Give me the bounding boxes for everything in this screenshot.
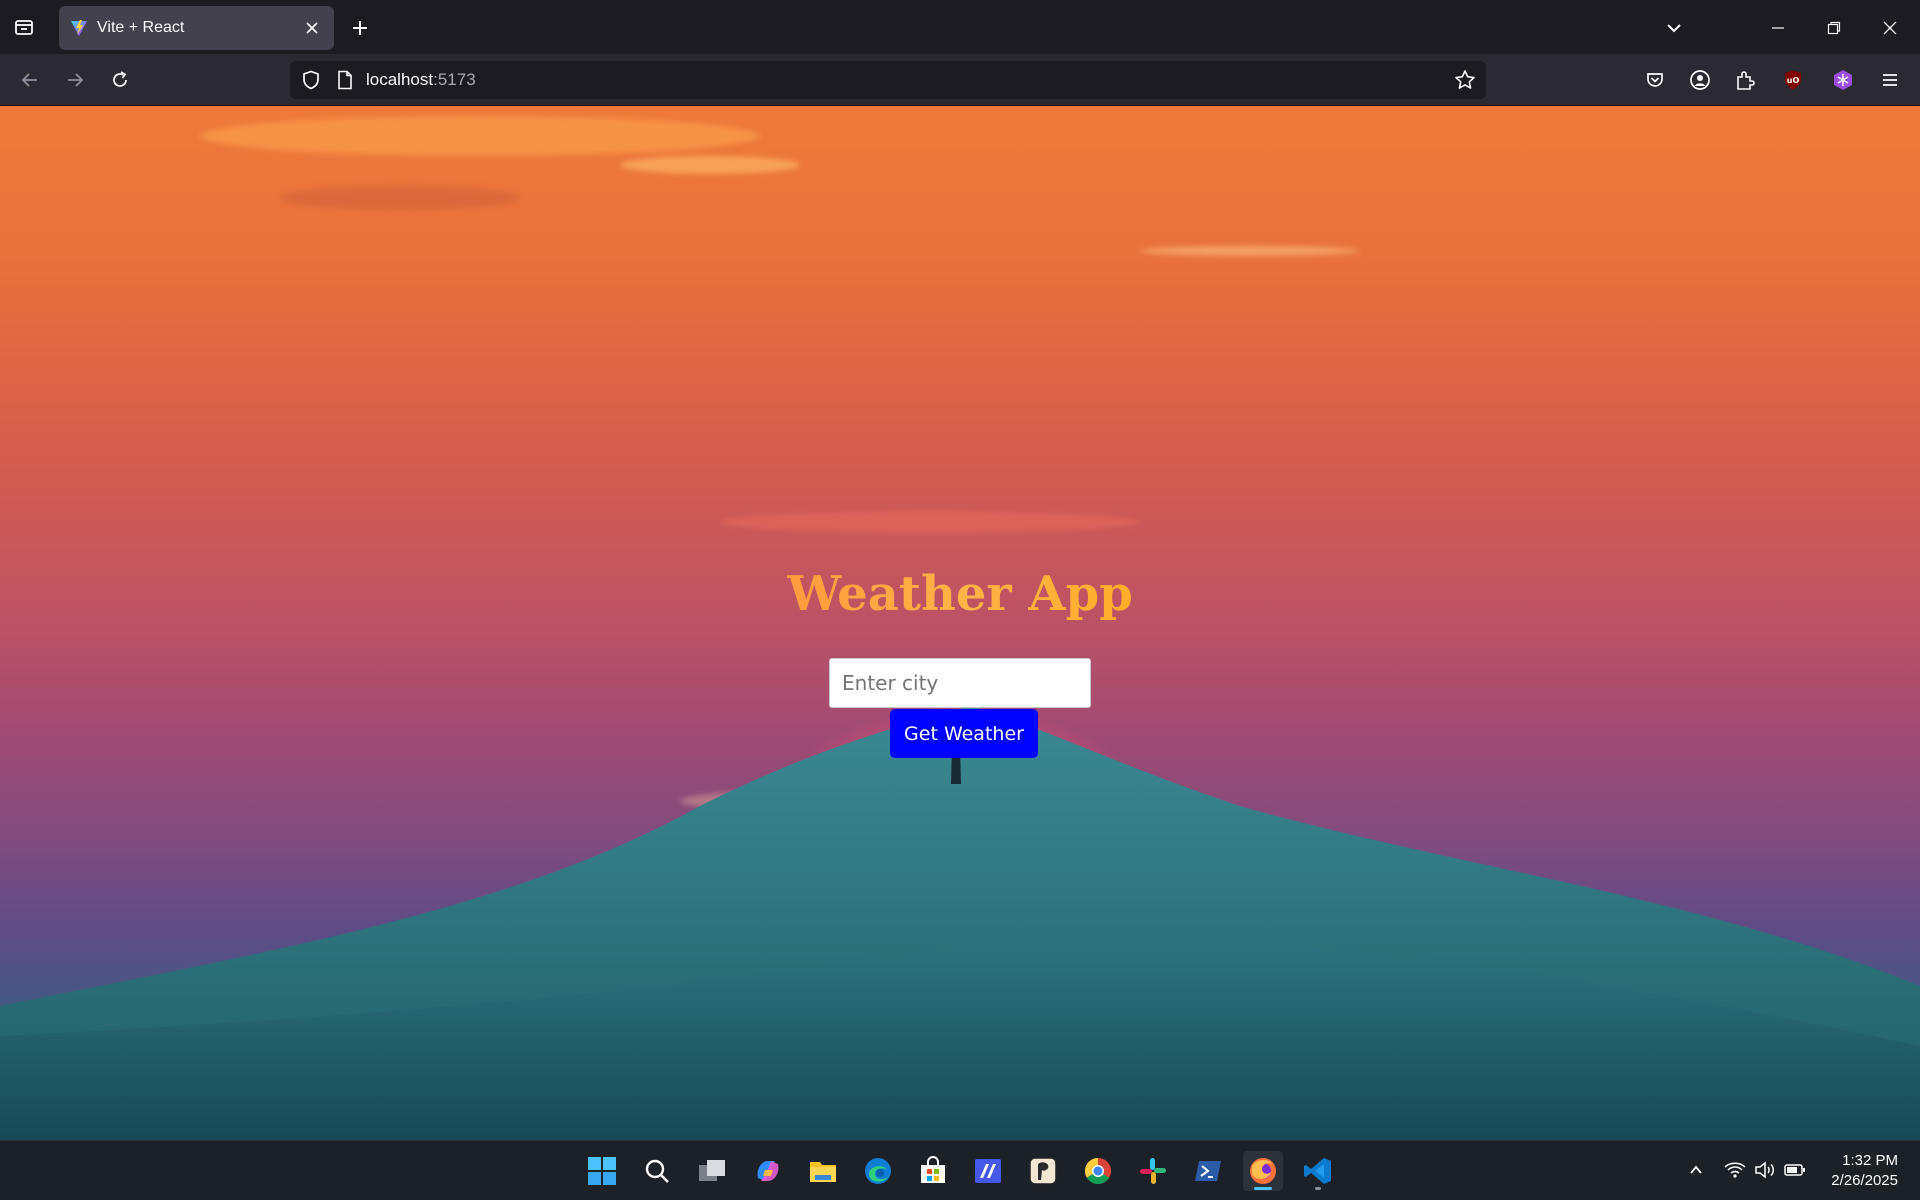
notion-icon — [1029, 1157, 1057, 1185]
speaker-icon — [1755, 1161, 1774, 1179]
reload-icon — [113, 71, 127, 87]
app-title: Weather App — [787, 566, 1133, 622]
edge-button[interactable] — [858, 1151, 898, 1191]
url-text[interactable]: localhost:5173 — [366, 70, 476, 90]
tab-active[interactable]: Vite + React — [59, 6, 334, 50]
url-port: :5173 — [433, 70, 476, 89]
bookmark-star-button[interactable] — [1452, 67, 1478, 93]
firefox-view-button[interactable] — [6, 9, 42, 45]
active-app-indicator — [1254, 1187, 1272, 1190]
firefox-view-icon — [15, 20, 33, 35]
account-button[interactable] — [1682, 62, 1718, 98]
chevron-down-icon — [1667, 24, 1681, 33]
new-tab-button[interactable] — [342, 10, 378, 46]
vs-app-icon — [975, 1159, 1001, 1183]
close-icon — [306, 22, 318, 34]
show-hidden-icons-button[interactable] — [1682, 1155, 1710, 1185]
close-icon — [1883, 21, 1897, 35]
taskbar-search-button[interactable] — [637, 1151, 677, 1191]
start-icon — [588, 1157, 616, 1185]
site-info-button[interactable] — [332, 67, 358, 93]
window-close-button[interactable] — [1868, 10, 1912, 46]
ublock-origin-icon: uO — [1785, 70, 1801, 90]
url-host: localhost — [366, 70, 434, 89]
svg-text:uO: uO — [1787, 76, 1800, 85]
weather-app: Weather App Get Weather — [0, 566, 1920, 758]
powershell-icon — [1195, 1161, 1221, 1181]
shield-icon — [303, 70, 319, 90]
copilot-button[interactable] — [748, 1151, 788, 1191]
plus-icon — [353, 21, 367, 35]
extensions-button[interactable] — [1727, 62, 1763, 98]
file-explorer-icon — [810, 1162, 836, 1182]
get-weather-button[interactable]: Get Weather — [890, 709, 1038, 758]
firefox-icon — [1250, 1158, 1276, 1184]
vite-logo-icon — [71, 20, 87, 36]
start-button[interactable] — [582, 1151, 622, 1191]
microsoft-store-icon — [921, 1156, 945, 1183]
account-icon — [1690, 70, 1710, 90]
hamburger-menu-icon — [1883, 74, 1897, 86]
restore-icon — [1827, 21, 1841, 35]
url-bar[interactable]: localhost:5173 — [290, 61, 1486, 99]
chrome-button[interactable] — [1078, 1151, 1118, 1191]
powershell-button[interactable] — [1188, 1151, 1228, 1191]
pocket-button[interactable] — [1637, 62, 1673, 98]
volume-button[interactable] — [1751, 1155, 1779, 1185]
forward-button[interactable] — [57, 62, 93, 98]
tracking-protection-button[interactable] — [298, 67, 324, 93]
copilot-icon — [757, 1161, 779, 1181]
vscode-icon — [1304, 1158, 1331, 1184]
ublock-origin-button[interactable]: uO — [1775, 62, 1811, 98]
arrow-right-icon — [68, 73, 84, 87]
network-button[interactable] — [1721, 1155, 1749, 1185]
city-input[interactable] — [829, 658, 1091, 708]
firefox-button[interactable] — [1243, 1151, 1283, 1191]
battery-button[interactable] — [1781, 1155, 1809, 1185]
puzzle-icon — [1737, 71, 1755, 90]
window-minimize-button[interactable] — [1756, 10, 1800, 46]
wifi-icon — [1724, 1162, 1746, 1178]
tab-title: Vite + React — [97, 19, 185, 36]
microsoft-store-button[interactable] — [913, 1151, 953, 1191]
chrome-icon — [1084, 1157, 1112, 1185]
minimize-icon — [1772, 27, 1784, 29]
tab-close-button[interactable] — [300, 16, 324, 40]
running-app-indicator — [1315, 1187, 1321, 1190]
tab-strip: Vite + React — [0, 0, 1920, 54]
clock-time: 1:32 PM — [1842, 1152, 1898, 1169]
slack-button[interactable] — [1133, 1151, 1173, 1191]
back-button[interactable] — [12, 62, 48, 98]
page-viewport: Weather App Get Weather — [0, 106, 1920, 1140]
pocket-icon — [1647, 73, 1663, 87]
clock-date: 2/26/2025 — [1831, 1172, 1898, 1189]
navigation-toolbar: localhost:5173 uO — [0, 54, 1920, 106]
extension-purple-button[interactable] — [1825, 62, 1861, 98]
vs-app-button[interactable] — [968, 1151, 1008, 1191]
task-view-button[interactable] — [692, 1151, 732, 1191]
list-all-tabs-button[interactable] — [1656, 10, 1692, 46]
file-explorer-button[interactable] — [803, 1151, 843, 1191]
window-restore-button[interactable] — [1812, 10, 1856, 46]
snowflake-extension-icon — [1834, 70, 1852, 90]
app-menu-button[interactable] — [1872, 62, 1908, 98]
chevron-up-icon — [1690, 1165, 1702, 1174]
star-icon — [1455, 70, 1475, 89]
windows-taskbar: 1:32 PM 2/26/2025 — [0, 1140, 1920, 1200]
slack-icon — [1140, 1158, 1166, 1184]
vscode-button[interactable] — [1298, 1151, 1338, 1191]
reload-button[interactable] — [102, 62, 138, 98]
system-clock[interactable]: 1:32 PM 2/26/2025 — [1831, 1151, 1898, 1191]
battery-icon — [1784, 1164, 1805, 1176]
arrow-left-icon — [21, 73, 37, 87]
page-icon — [338, 70, 352, 90]
task-view-icon — [699, 1160, 725, 1181]
search-icon — [645, 1159, 669, 1183]
notion-button[interactable] — [1023, 1151, 1063, 1191]
edge-icon — [865, 1158, 891, 1184]
